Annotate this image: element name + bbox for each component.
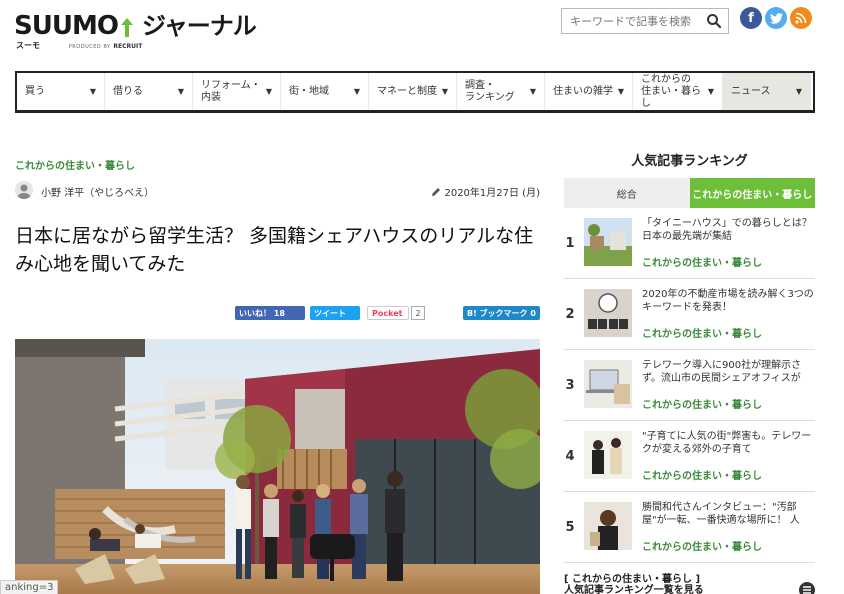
ranking-title: 人気記事ランキング xyxy=(631,154,748,169)
pocket-count: 2 xyxy=(411,306,425,320)
nav-item-0[interactable]: 買う ▼ xyxy=(17,73,105,110)
author-name[interactable]: 小野 洋平（やじろべえ） xyxy=(41,184,154,199)
rank-title[interactable]: "子育てに人気の街"弊害も。テレワークが変える郊外の子育て xyxy=(642,430,814,456)
article-title: 日本に居ながら留学生活？ 多国籍シェアハウスのリアルな住み心地を聞いてみた xyxy=(15,225,534,275)
search-box xyxy=(561,8,729,34)
hatena-bookmark-button[interactable]: B! ブックマーク 0 xyxy=(463,306,540,320)
rank-thumbnail[interactable] xyxy=(584,360,632,408)
ranking-list: 1 「タイニーハウス」での暮らしとは？日本の最先端が集結 これからの住まい・暮ら… xyxy=(564,208,815,563)
rank-title[interactable]: テレワーク導入に900社が理解示さず。流山市の民間シェアオフィスが拙… xyxy=(642,359,814,385)
ranking-item[interactable]: 1 「タイニーハウス」での暮らしとは？日本の最先端が集結 これからの住まい・暮ら… xyxy=(564,208,815,279)
rank-thumbnail[interactable] xyxy=(584,431,632,479)
nav-item-label: ニュース xyxy=(731,85,771,97)
article-date: 2020年1月27日 (月) xyxy=(431,184,540,199)
rank-thumbnail[interactable] xyxy=(584,502,632,550)
ranking-more-link[interactable]: [ これからの住まい・暮らし ] 人気記事ランキング一覧を見る xyxy=(564,574,704,594)
logo-suumo: SUUMO xyxy=(14,11,119,41)
nav-item-label: マネーと制度 xyxy=(377,85,437,97)
rank-category[interactable]: これからの住まい・暮らし xyxy=(642,467,762,482)
pencil-icon xyxy=(432,187,441,196)
nav-item-8[interactable]: ニュース ▼ xyxy=(723,73,811,110)
nav-item-label: 住まいの雑学 xyxy=(553,85,613,97)
chevron-down-icon: ▼ xyxy=(441,86,448,96)
tab-overall[interactable]: 総合 xyxy=(564,178,690,208)
rank-title[interactable]: 2020年の不動産市場を読み解く3つのキーワードを発表！ xyxy=(642,288,814,314)
nav-item-label: 調査・ ランキング xyxy=(465,79,515,103)
chevron-down-icon: ▼ xyxy=(617,86,624,96)
nav-item-3[interactable]: 街・地域 ▼ xyxy=(281,73,369,110)
chevron-down-icon: ▼ xyxy=(353,86,360,96)
hero-photo-illustration xyxy=(15,339,540,594)
nav-item-6[interactable]: 住まいの雑学 ▼ xyxy=(545,73,633,110)
chevron-down-icon: ▼ xyxy=(89,86,96,96)
facebook-icon[interactable]: f xyxy=(740,7,762,29)
nav-item-label: これからの 住まい・暮らし xyxy=(641,73,701,109)
nav-item-label: リフォーム・ 内装 xyxy=(201,79,261,103)
rank-category[interactable]: これからの住まい・暮らし xyxy=(642,396,762,411)
ranking-item[interactable]: 2 2020年の不動産市場を読み解く3つのキーワードを発表！ これからの住まい・… xyxy=(564,279,815,350)
logo-produced: PRODUCED BY xyxy=(68,44,111,50)
rank-number: 4 xyxy=(565,449,575,464)
chevron-down-icon: ▼ xyxy=(529,86,536,96)
rank-thumbnail[interactable] xyxy=(584,218,632,266)
tab-korekara[interactable]: これからの住まい・暮らし xyxy=(689,178,815,208)
pocket-button[interactable]: Pocket xyxy=(367,306,409,320)
logo-journal: ジャーナル xyxy=(141,12,257,40)
nav-item-label: 借りる xyxy=(113,85,143,97)
logo-subtitle: スーモ PRODUCED BY RECRUIT xyxy=(16,40,142,51)
nav-item-4[interactable]: マネーと制度 ▼ xyxy=(369,73,457,110)
logo-recruit: RECRUIT xyxy=(113,43,143,50)
rank-number: 5 xyxy=(565,520,575,535)
nav-item-5[interactable]: 調査・ ランキング ▼ xyxy=(457,73,545,110)
global-nav: 買う ▼ 借りる ▼ リフォーム・ 内装 ▼ 街・地域 ▼ マネーと制度 ▼ 調査・ ランキング ▼ 住… xyxy=(15,71,815,113)
rank-category[interactable]: これからの住まい・暮らし xyxy=(642,538,762,553)
nav-item-label: 街・地域 xyxy=(289,85,329,97)
status-url-hint: anking=3 xyxy=(0,580,59,594)
rank-category[interactable]: これからの住まい・暮らし xyxy=(642,254,762,269)
rank-title[interactable]: 勝間和代さんインタビュー："汚部屋"が一転、一番快適な場所に！ 人生… xyxy=(642,501,814,527)
article-category[interactable]: これからの住まい・暮らし xyxy=(15,157,135,172)
date-text: 2020年1月27日 (月) xyxy=(444,188,540,199)
search-icon[interactable] xyxy=(706,13,722,29)
chevron-down-icon: ▼ xyxy=(177,86,184,96)
search-input[interactable] xyxy=(562,14,702,28)
chevron-down-icon: ▼ xyxy=(265,86,272,96)
author-avatar[interactable] xyxy=(15,181,33,199)
menu-icon[interactable] xyxy=(799,582,815,594)
hero-image xyxy=(15,339,540,594)
ranking-item[interactable]: 4 "子育てに人気の街"弊害も。テレワークが変える郊外の子育て これからの住まい… xyxy=(564,421,815,492)
author-row: 小野 洋平（やじろべえ） 2020年1月27日 (月) xyxy=(15,181,540,201)
rank-category[interactable]: これからの住まい・暮らし xyxy=(642,325,762,340)
nav-item-7[interactable]: これからの 住まい・暮らし ▼ xyxy=(633,73,723,110)
rank-number: 1 xyxy=(565,236,575,251)
facebook-like-button[interactable]: いいね！ 18 xyxy=(235,306,305,320)
rss-icon[interactable] xyxy=(790,7,812,29)
twitter-icon[interactable] xyxy=(765,7,787,29)
chevron-down-icon: ▼ xyxy=(795,86,802,96)
rank-thumbnail[interactable] xyxy=(584,289,632,337)
chevron-down-icon: ▼ xyxy=(707,86,714,96)
site-logo[interactable]: SUUMO ジャーナル スーモ PRODUCED BY RECRUIT xyxy=(14,6,257,50)
logo-kana: スーモ xyxy=(16,41,40,50)
share-row: いいね！ 18 ツイート Pocket 2 B! ブックマーク 0 xyxy=(15,306,540,322)
nav-item-label: 買う xyxy=(25,85,45,97)
rank-number: 3 xyxy=(565,378,575,393)
ranking-item[interactable]: 5 勝間和代さんインタビュー："汚部屋"が一転、一番快適な場所に！ 人生… これ… xyxy=(564,492,815,563)
site-header: SUUMO ジャーナル スーモ PRODUCED BY RECRUIT f xyxy=(0,0,844,60)
nav-item-1[interactable]: 借りる ▼ xyxy=(105,73,193,110)
ranking-tabs: 総合 これからの住まい・暮らし xyxy=(564,178,815,208)
tweet-button[interactable]: ツイート xyxy=(310,306,360,320)
rank-number: 2 xyxy=(565,307,575,322)
nav-item-2[interactable]: リフォーム・ 内装 ▼ xyxy=(193,73,281,110)
ranking-item[interactable]: 3 テレワーク導入に900社が理解示さず。流山市の民間シェアオフィスが拙… これ… xyxy=(564,350,815,421)
rank-title[interactable]: 「タイニーハウス」での暮らしとは？日本の最先端が集結 xyxy=(642,217,814,243)
logo-arrow-icon xyxy=(120,18,133,37)
